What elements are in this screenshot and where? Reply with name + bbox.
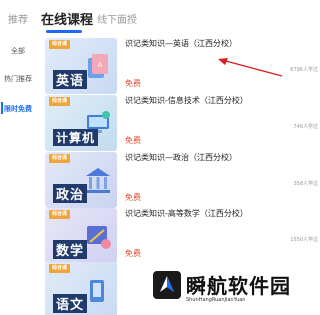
course-type-badge: 综合课 [49,40,71,49]
course-learner-count: 1550人学过 [290,237,318,243]
course-price: 免费 [125,136,141,145]
course-subject-label: 英语 [53,70,88,89]
watermark-name: 瞬航软件园 [186,274,291,298]
watermark-logo-icon [153,271,181,299]
course-type-badge: 综合课 [49,154,71,163]
course-thumbnail: 综合课 计算机 [45,95,117,151]
chinese-illustration-icon [90,280,104,302]
course-title[interactable]: 识记类知识-高等数学（江西分校） [125,208,248,219]
course-card-computer[interactable]: 综合课 计算机 识记类知识-信息技术（江西分校） 746人学过 免费 [45,95,320,157]
tab-offline-classes[interactable]: 线下面授 [97,11,137,26]
english-illustration-icon: A [88,54,108,78]
politics-illustration-icon [86,168,110,193]
course-type-badge: 综合课 [49,210,71,219]
course-card-politics[interactable]: 综合课 政治 识记类知识—政治（江西分校） 358人学过 免费 [45,152,320,214]
course-price: 免费 [125,249,141,258]
course-thumbnail: 综合课 政治 [45,152,117,208]
course-subject-label: 语文 [53,294,88,313]
course-subject-label: 政治 [53,184,88,203]
course-learner-count: 6796人学过 [290,67,318,73]
math-illustration-icon [87,226,111,249]
tab-online-courses[interactable]: 在线课程 [41,9,93,28]
course-learner-count: 358人学过 [293,181,318,187]
course-card-math[interactable]: 综合课 数学 识记类知识-高等数学（江西分校） 1550人学过 免费 [45,208,320,270]
course-thumbnail: 综合课 语文 [45,262,117,315]
course-thumbnail: 综合课 A 英语 [45,38,117,94]
svg-text:A: A [98,61,103,69]
sidebar-item-all[interactable]: 全部 [0,46,36,56]
course-learner-count: 746人学过 [293,124,318,130]
watermark: 瞬航软件园 ShunHangRuanJianYuan [150,262,320,315]
category-sidebar: 全部 热门推荐 限时免费 [0,38,36,315]
course-card-english[interactable]: 综合课 A 英语 识记类知识—英语（江西分校） 6796人学过 免费 [45,38,320,100]
course-type-badge: 综合课 [49,264,71,273]
course-subject-label: 计算机 [53,129,99,146]
tab-recommend[interactable]: 推荐 [8,11,28,26]
course-price: 免费 [125,79,141,88]
course-title[interactable]: 识记类知识—政治（江西分校） [125,152,237,163]
course-thumbnail: 综合课 数学 [45,208,117,264]
course-type-badge: 综合课 [49,97,71,106]
course-subject-label: 数学 [53,240,88,259]
top-tab-bar: 推荐 在线课程 线下面授 [0,0,320,38]
sidebar-item-hot[interactable]: 热门推荐 [0,74,36,84]
course-title[interactable]: 识记类知识—英语（江西分校） [125,38,237,49]
course-price: 免费 [125,193,141,202]
course-title[interactable]: 识记类知识-信息技术（江西分校） [125,95,248,106]
watermark-url-text: ShunHangRuanJianYuan [186,297,246,303]
active-tab-indicator [46,30,82,33]
sidebar-item-free[interactable]: 限时免费 [0,104,36,114]
